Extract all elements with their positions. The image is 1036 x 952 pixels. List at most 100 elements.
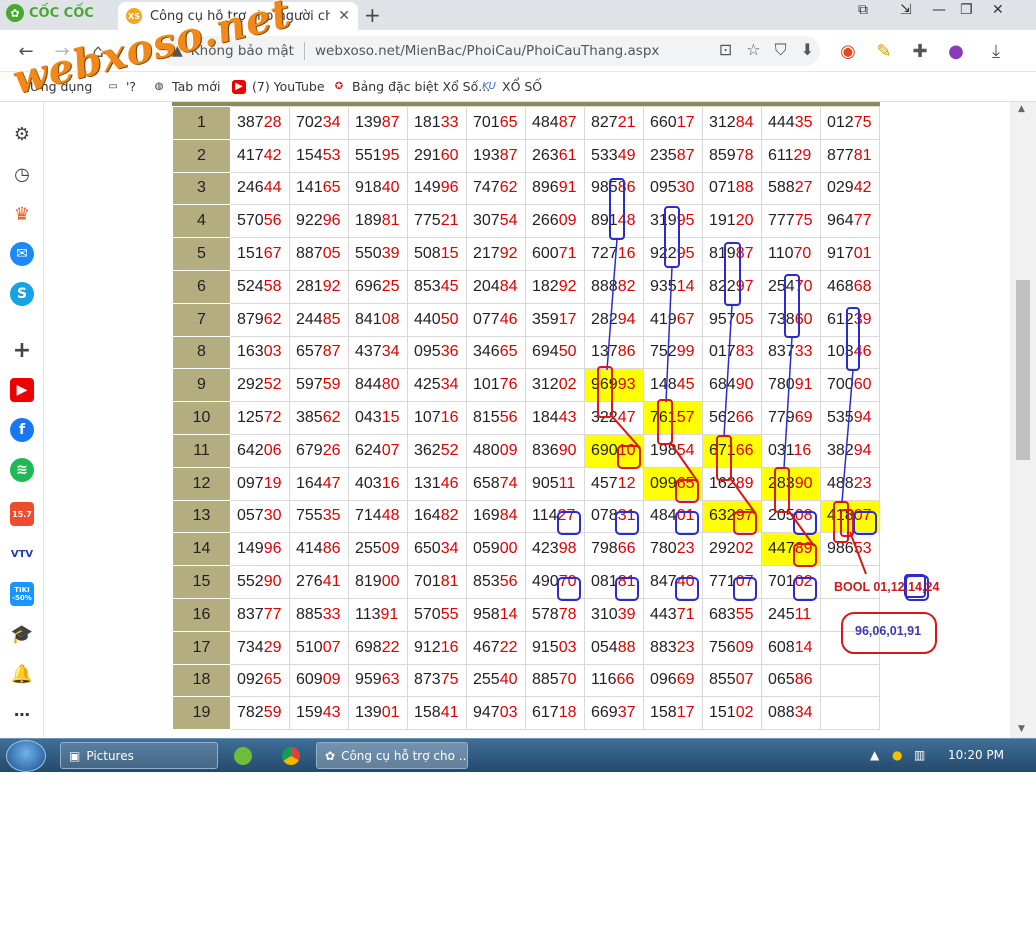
profile-avatar-icon[interactable]: ● (944, 39, 968, 63)
bookmark-folder[interactable]: ▭ '? (106, 79, 136, 94)
number-tail: 30 (676, 179, 695, 197)
number-tail: 07 (735, 671, 754, 689)
number-cell: 55039 (348, 237, 408, 271)
education-icon[interactable]: 🎓 (10, 622, 34, 646)
number-cell: 40316 (348, 466, 408, 501)
bookmark-newtab[interactable]: ◍ Tab mới (152, 79, 221, 94)
number-prefix: 266 (532, 212, 559, 230)
number-prefix: 425 (414, 376, 441, 394)
number-prefix: 617 (532, 704, 559, 722)
screenshot-icon[interactable]: ⧉ (858, 2, 868, 18)
number-cell: 01275 (820, 106, 880, 140)
back-icon[interactable]: ← (14, 39, 38, 63)
number-cell: 27641 (289, 565, 349, 599)
number-cell: 66017 (643, 106, 703, 140)
tiki-icon[interactable]: TIKI -50% (10, 582, 34, 606)
downloads-icon[interactable]: ⤓ (984, 39, 1008, 63)
number-cell: 14845 (643, 368, 703, 403)
number-cell: 74762 (466, 171, 526, 206)
scroll-thumb[interactable] (1016, 280, 1030, 460)
active-tab[interactable]: XS Công cụ hỗ trợ cho người ch ✕ (118, 2, 358, 30)
number-cell: 13987 (348, 106, 408, 140)
extensions-icon[interactable]: ✚ (908, 39, 932, 63)
number-cell: 14165 (289, 171, 349, 206)
number-cell: 57878 (525, 597, 585, 632)
number-cell: 83690 (525, 433, 585, 468)
pencil-icon[interactable]: ✎ (872, 39, 896, 63)
chrome-icon[interactable]: ◉ (836, 39, 860, 63)
vertical-scrollbar[interactable]: ▲ ▼ (1010, 102, 1036, 738)
facebook-icon[interactable]: f (10, 418, 34, 442)
taskbar-pictures[interactable]: ▣ Pictures (60, 742, 218, 769)
number-cell: 05900 (466, 532, 526, 567)
number-cell: 41807 (820, 499, 880, 534)
number-tail: 60 (853, 376, 872, 394)
gear-icon[interactable]: ⚙ (10, 122, 34, 146)
number-prefix: 612 (827, 310, 854, 328)
home-icon[interactable]: ⌂ (86, 39, 110, 63)
number-cell: 84480 (348, 368, 408, 403)
coccoc-logo-icon: ✿ (6, 4, 24, 22)
tab-close-icon[interactable]: ✕ (338, 8, 350, 24)
tray-expand-icon[interactable]: ▲ (870, 748, 879, 762)
bookmark-apps[interactable]: Ứng dụng (30, 79, 92, 94)
shopee-badge: 15.7 (12, 509, 32, 519)
download-icon[interactable]: ⬇ (801, 40, 814, 60)
number-tail: 23 (853, 474, 872, 492)
scroll-down-icon[interactable]: ▼ (1018, 724, 1025, 734)
forward-icon[interactable]: → (50, 39, 74, 63)
number-tail: 02 (735, 540, 754, 558)
number-tail: 36 (440, 343, 459, 361)
number-prefix: 107 (414, 409, 441, 427)
spotify-icon[interactable]: ≋ (10, 458, 34, 482)
start-button[interactable] (6, 740, 46, 772)
number-cell: 07188 (702, 171, 762, 206)
scroll-up-icon[interactable]: ▲ (1018, 104, 1025, 114)
crown-icon[interactable]: ♛ (10, 202, 34, 226)
number-cell: 78023 (643, 532, 703, 567)
address-bar[interactable]: ▲ Không bảo mật webxoso.net/MienBac/Phoi… (160, 36, 820, 66)
number-tail: 39 (853, 310, 872, 328)
number-tail: 86 (617, 179, 636, 197)
chrome-taskbar-icon[interactable] (282, 747, 300, 765)
taskbar-active-window[interactable]: ✿ Công cụ hỗ trợ cho ... (316, 742, 468, 769)
clock[interactable]: 10:20 PM (948, 748, 1004, 762)
number-prefix: 837 (768, 343, 795, 361)
youtube-icon[interactable]: ▶ (10, 378, 34, 402)
bell-icon[interactable]: 🔔 (10, 662, 34, 686)
number-tail: 03 (558, 638, 577, 656)
plus-icon[interactable]: + (10, 338, 34, 363)
number-tail: 12 (617, 474, 636, 492)
number-prefix: 819 (355, 573, 382, 591)
shield-icon[interactable]: ⛉ (775, 40, 787, 60)
tray-coccoc-icon[interactable]: ● (892, 748, 902, 762)
bookmark-youtube[interactable]: ▶ (7) YouTube (232, 79, 325, 94)
bookmark-ku-xoso[interactable]: KU XỔ SỐ (482, 79, 542, 94)
network-icon[interactable]: ▥ (914, 748, 925, 762)
coccoc-taskbar-icon[interactable] (234, 747, 252, 765)
number-tail: 05 (322, 245, 341, 263)
share-icon[interactable]: ⊡ (719, 40, 732, 60)
number-cell: 79866 (584, 532, 644, 567)
close-window-icon[interactable]: ✕ (992, 2, 1004, 18)
more-icon[interactable]: ⋯ (10, 702, 34, 726)
skype-icon[interactable]: S (10, 282, 34, 306)
maximize-icon[interactable]: ❐ (960, 2, 973, 18)
bookmark-xoso[interactable]: ✪ Bảng đặc biệt Xổ Số... (332, 79, 490, 94)
browser-brand[interactable]: ✿ CỐC CỐC (6, 4, 94, 22)
minimize-icon[interactable]: — (932, 2, 946, 18)
tab-favicon-icon: XS (126, 8, 142, 24)
messenger-icon[interactable]: ✉ (10, 242, 34, 266)
vtv-icon[interactable]: VTV (10, 542, 34, 566)
result-label: 96,06,01,91 (855, 624, 922, 638)
number-prefix: 957 (709, 310, 736, 328)
star-icon[interactable]: ☆ (746, 40, 760, 60)
number-prefix: 841 (355, 310, 382, 328)
bool-suffix: ,24 (922, 580, 940, 594)
number-prefix: 319 (650, 212, 677, 230)
shopee-icon[interactable]: 15.7 (10, 502, 34, 526)
history-icon[interactable]: ◷ (10, 162, 34, 186)
download-arrow-icon[interactable]: ⇲ (900, 2, 912, 18)
number-prefix: 624 (355, 441, 382, 459)
new-tab-icon[interactable]: + (364, 3, 381, 27)
